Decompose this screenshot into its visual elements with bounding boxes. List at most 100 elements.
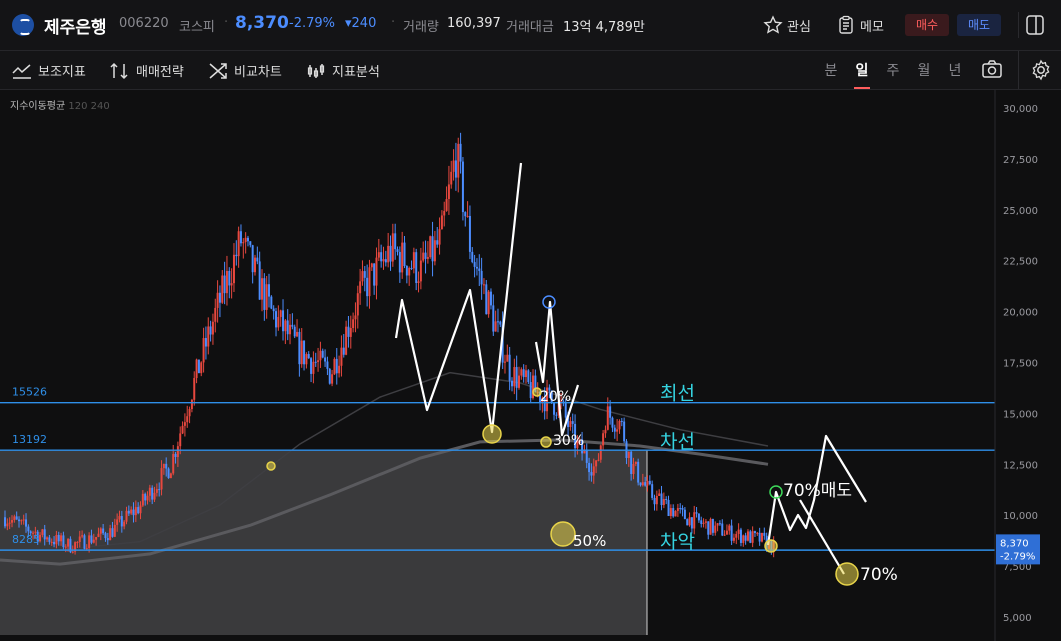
indicator-icon — [12, 63, 31, 79]
candle-body — [478, 268, 481, 271]
candle-body — [340, 347, 343, 366]
candle-body — [204, 338, 207, 347]
y-tick-label: 30,000 — [1003, 104, 1038, 115]
candle-body — [289, 324, 292, 335]
candle-body — [314, 361, 317, 363]
yellow-marker — [835, 562, 859, 586]
period-day[interactable]: 일 — [852, 60, 872, 89]
candle-body — [253, 257, 256, 273]
candle-body — [22, 519, 25, 521]
y-tick-label: 17,500 — [1003, 359, 1038, 370]
current-price-label: 8,370 — [1000, 538, 1029, 549]
period-minute[interactable]: 분 — [821, 60, 841, 80]
candle-body — [230, 283, 233, 286]
period-month[interactable]: 월 — [914, 60, 934, 80]
candle-body — [450, 171, 453, 185]
candle-body — [398, 251, 401, 273]
candle-body — [246, 237, 249, 242]
candle-body — [132, 509, 135, 516]
candle-body — [43, 529, 46, 540]
stock-name: 제주은행 — [44, 18, 107, 38]
price-level-label: 13192 — [12, 433, 47, 446]
candle-body — [303, 340, 306, 365]
candle-body — [746, 531, 749, 541]
side-panel-toggle[interactable] — [1018, 12, 1049, 38]
candle-body — [62, 535, 65, 548]
candle-body — [153, 492, 156, 500]
candle-body — [88, 535, 91, 549]
candle-body — [590, 472, 593, 476]
tool-indicators[interactable]: 보조지표 — [12, 61, 86, 80]
candle-body — [480, 270, 483, 285]
candle-body — [282, 310, 285, 332]
candle-body — [102, 528, 105, 534]
candle-body — [326, 361, 329, 369]
candle-body — [57, 534, 60, 542]
candle-body — [424, 252, 427, 259]
candle-body — [99, 528, 102, 534]
chart-canvas[interactable]: 15526 최선 13192 차선 8285 차악 20% 30% 50% 70%매도 70% 3… — [0, 90, 1061, 641]
candle-body — [518, 375, 520, 388]
candle-body — [60, 535, 63, 542]
period-week[interactable]: 주 — [883, 60, 903, 80]
candle-body — [702, 522, 705, 524]
candle-body — [447, 184, 450, 199]
candle-body — [510, 380, 513, 387]
period-year[interactable]: 년 — [945, 60, 965, 80]
candle-body — [520, 369, 523, 376]
tool-compare[interactable]: 비교차트 — [208, 61, 282, 80]
candle-body — [662, 498, 665, 506]
candle-body — [151, 487, 154, 500]
candle-body — [569, 421, 572, 428]
candle-body — [214, 307, 217, 322]
candle-body — [71, 551, 74, 553]
settings-button[interactable] — [1018, 51, 1061, 89]
watch-button[interactable]: 관심 — [763, 14, 811, 36]
candle-body — [331, 374, 334, 384]
candle-body — [78, 536, 81, 542]
candle-body — [13, 516, 16, 521]
candle-body — [272, 308, 275, 312]
candle-body — [221, 275, 224, 303]
candle-body — [235, 254, 238, 257]
candle-body — [193, 378, 196, 400]
memo-button[interactable]: 메모 — [836, 14, 884, 36]
candle-body — [602, 433, 605, 446]
candle-body — [417, 281, 420, 283]
candle-body — [356, 293, 359, 316]
camera-icon[interactable] — [981, 59, 1003, 79]
candle-body — [95, 536, 98, 540]
price-chart[interactable]: 지수이동평균 120 240 15526 최선 13192 차선 8285 차악 20% 3… — [0, 90, 1061, 641]
candle-body — [11, 520, 14, 523]
candle-body — [739, 529, 742, 543]
buy-button[interactable]: 매수 — [905, 14, 949, 36]
sell-button[interactable]: 매도 — [957, 14, 1001, 36]
candle-body — [291, 324, 294, 327]
tool-label: 매매전략 — [136, 65, 184, 80]
candle-body — [120, 516, 123, 527]
candle-body — [721, 523, 724, 536]
candle-body — [672, 508, 675, 517]
candle-body — [127, 510, 130, 514]
candle-body — [714, 525, 717, 533]
memo-label: 메모 — [860, 19, 884, 35]
price-level-label: 8285 — [12, 533, 40, 546]
candle-body — [370, 263, 373, 268]
candle-body — [728, 525, 731, 531]
candle-body — [415, 252, 418, 283]
tool-strategy[interactable]: 매매전략 — [110, 61, 184, 80]
candle-body — [312, 361, 315, 374]
candle-body — [382, 259, 385, 262]
change-amount: ▾240 — [345, 16, 377, 31]
tool-analysis[interactable]: 지표분석 — [306, 61, 380, 80]
candle-body — [48, 537, 51, 542]
candle-body — [466, 215, 469, 217]
candle-body — [620, 420, 623, 422]
stock-header: 제주은행 006220 코스피 · 8,370 -2.79% ▾240 · 거래… — [0, 0, 1061, 51]
candle-body — [41, 529, 44, 535]
candle-body — [597, 459, 600, 461]
candle-body — [305, 354, 308, 365]
strategy-annotation: 70%매도 — [783, 481, 852, 501]
candle-body — [25, 519, 28, 527]
candle-body — [183, 422, 186, 426]
